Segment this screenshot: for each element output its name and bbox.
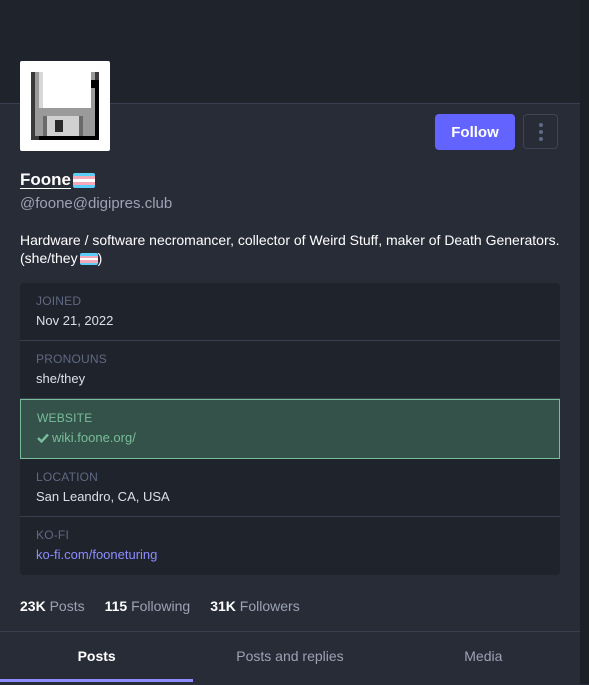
checkmark-icon: [37, 433, 49, 444]
tab-media[interactable]: Media: [387, 632, 580, 685]
stat-number: 115: [104, 598, 128, 614]
tab-posts[interactable]: Posts: [0, 632, 194, 685]
profile-fields: JOINED Nov 21, 2022 PRONOUNS she/they WE…: [20, 283, 560, 575]
field-label: KO-FI: [36, 528, 69, 542]
field-label: PRONOUNS: [36, 352, 107, 366]
kofi-link[interactable]: ko-fi.com/fooneturing: [36, 547, 544, 562]
stat-number: 31K: [210, 598, 236, 614]
display-name[interactable]: Foone: [20, 170, 95, 190]
tab-posts-and-replies[interactable]: Posts and replies: [193, 632, 386, 685]
avatar[interactable]: [20, 61, 110, 151]
stat-posts[interactable]: 23K Posts: [20, 598, 85, 614]
trans-flag-emoji: [79, 253, 98, 266]
account-handle: @foone@digipres.club: [20, 195, 173, 212]
follow-button[interactable]: Follow: [435, 114, 515, 150]
field-label: WEBSITE: [37, 411, 93, 425]
vertical-ellipsis-icon: [538, 122, 543, 141]
profile-stats: 23K Posts 115 Following 31K Followers: [20, 598, 300, 614]
field-joined: JOINED Nov 21, 2022: [20, 283, 560, 341]
field-label: JOINED: [36, 294, 82, 308]
stat-following[interactable]: 115 Following: [105, 598, 191, 614]
more-options-button[interactable]: [523, 114, 558, 149]
field-kofi: KO-FI ko-fi.com/fooneturing: [20, 517, 560, 575]
field-pronouns: PRONOUNS she/they: [20, 341, 560, 399]
stat-label: Followers: [239, 598, 300, 614]
field-value: she/they: [36, 371, 86, 386]
field-value: wiki.foone.org/: [37, 430, 543, 445]
stat-number: 23K: [20, 598, 46, 614]
field-website-verified: WEBSITE wiki.foone.org/: [20, 399, 560, 459]
scrollbar[interactable]: [580, 0, 589, 684]
field-value: San Leandro, CA, USA: [36, 489, 170, 504]
stat-label: Posts: [49, 598, 85, 614]
stat-followers[interactable]: 31K Followers: [210, 598, 299, 614]
stat-label: Following: [131, 598, 191, 614]
bio-end: ): [97, 250, 103, 266]
field-location: LOCATION San Leandro, CA, USA: [20, 459, 560, 517]
display-name-text: Foone: [20, 170, 71, 189]
floppy-disk-icon: [27, 68, 103, 144]
trans-flag-emoji: [73, 172, 95, 188]
field-label: LOCATION: [36, 470, 99, 484]
field-value: Nov 21, 2022: [36, 313, 114, 328]
profile-bio: Hardware / software necromancer, collect…: [20, 231, 570, 267]
profile-tabs: Posts Posts and replies Media: [0, 631, 580, 685]
website-link[interactable]: wiki.foone.org/: [52, 430, 136, 445]
